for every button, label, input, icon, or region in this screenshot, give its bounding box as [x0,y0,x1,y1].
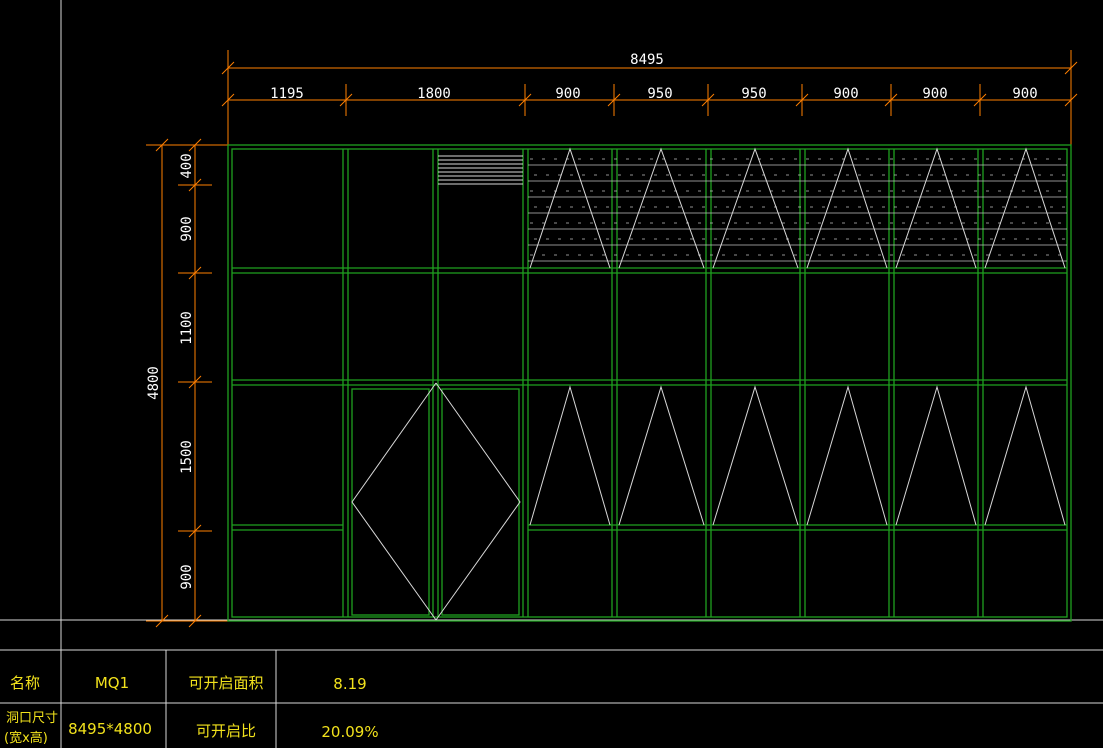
size-value: 8495*4800 [68,720,152,738]
size-label-line1: 洞口尺寸 [6,711,58,726]
column-width-label: 900 [1012,86,1037,102]
awning-window-markers [529,385,1066,526]
louver-panel [438,155,523,185]
column-width-label: 900 [922,86,947,102]
opening-area-label: 可开启面积 [188,674,263,692]
column-width-label: 900 [555,86,580,102]
opening-area-value: 8.19 [333,675,366,693]
dimension-labels: 8495 1195 1800 900 950 950 900 900 900 4… [146,52,1038,590]
row-height-label: 900 [179,564,195,589]
row-height-label: 900 [179,216,195,241]
hatch-ticks [530,158,1065,256]
overall-height-label: 4800 [146,366,162,400]
column-width-label: 950 [647,86,672,102]
cad-elevation-canvas: 8495 1195 1800 900 950 950 900 900 900 4… [0,0,1103,748]
title-block: 名称 MQ1 可开启面积 8.19 洞口尺寸 (宽x高) 8495*4800 可… [4,674,379,746]
name-value: MQ1 [95,674,129,692]
row-height-label: 1100 [179,311,195,345]
curtain-wall-frame [227,144,1072,622]
name-label: 名称 [10,674,40,692]
opening-ratio-value: 20.09% [321,723,378,741]
column-width-label: 950 [741,86,766,102]
opening-ratio-label: 可开启比 [196,722,256,740]
sheet-border [0,0,1103,748]
hatched-transom-panels [528,164,1067,262]
column-width-label: 1800 [417,86,451,102]
row-height-label: 400 [179,153,195,178]
column-width-label: 1195 [270,86,304,102]
row-height-label: 1500 [179,440,195,474]
overall-width-label: 8495 [630,52,664,68]
top-opening-markers [529,147,1066,269]
size-label-line2: (宽x高) [4,730,48,746]
door-swing-markers [351,382,521,621]
column-width-label: 900 [833,86,858,102]
